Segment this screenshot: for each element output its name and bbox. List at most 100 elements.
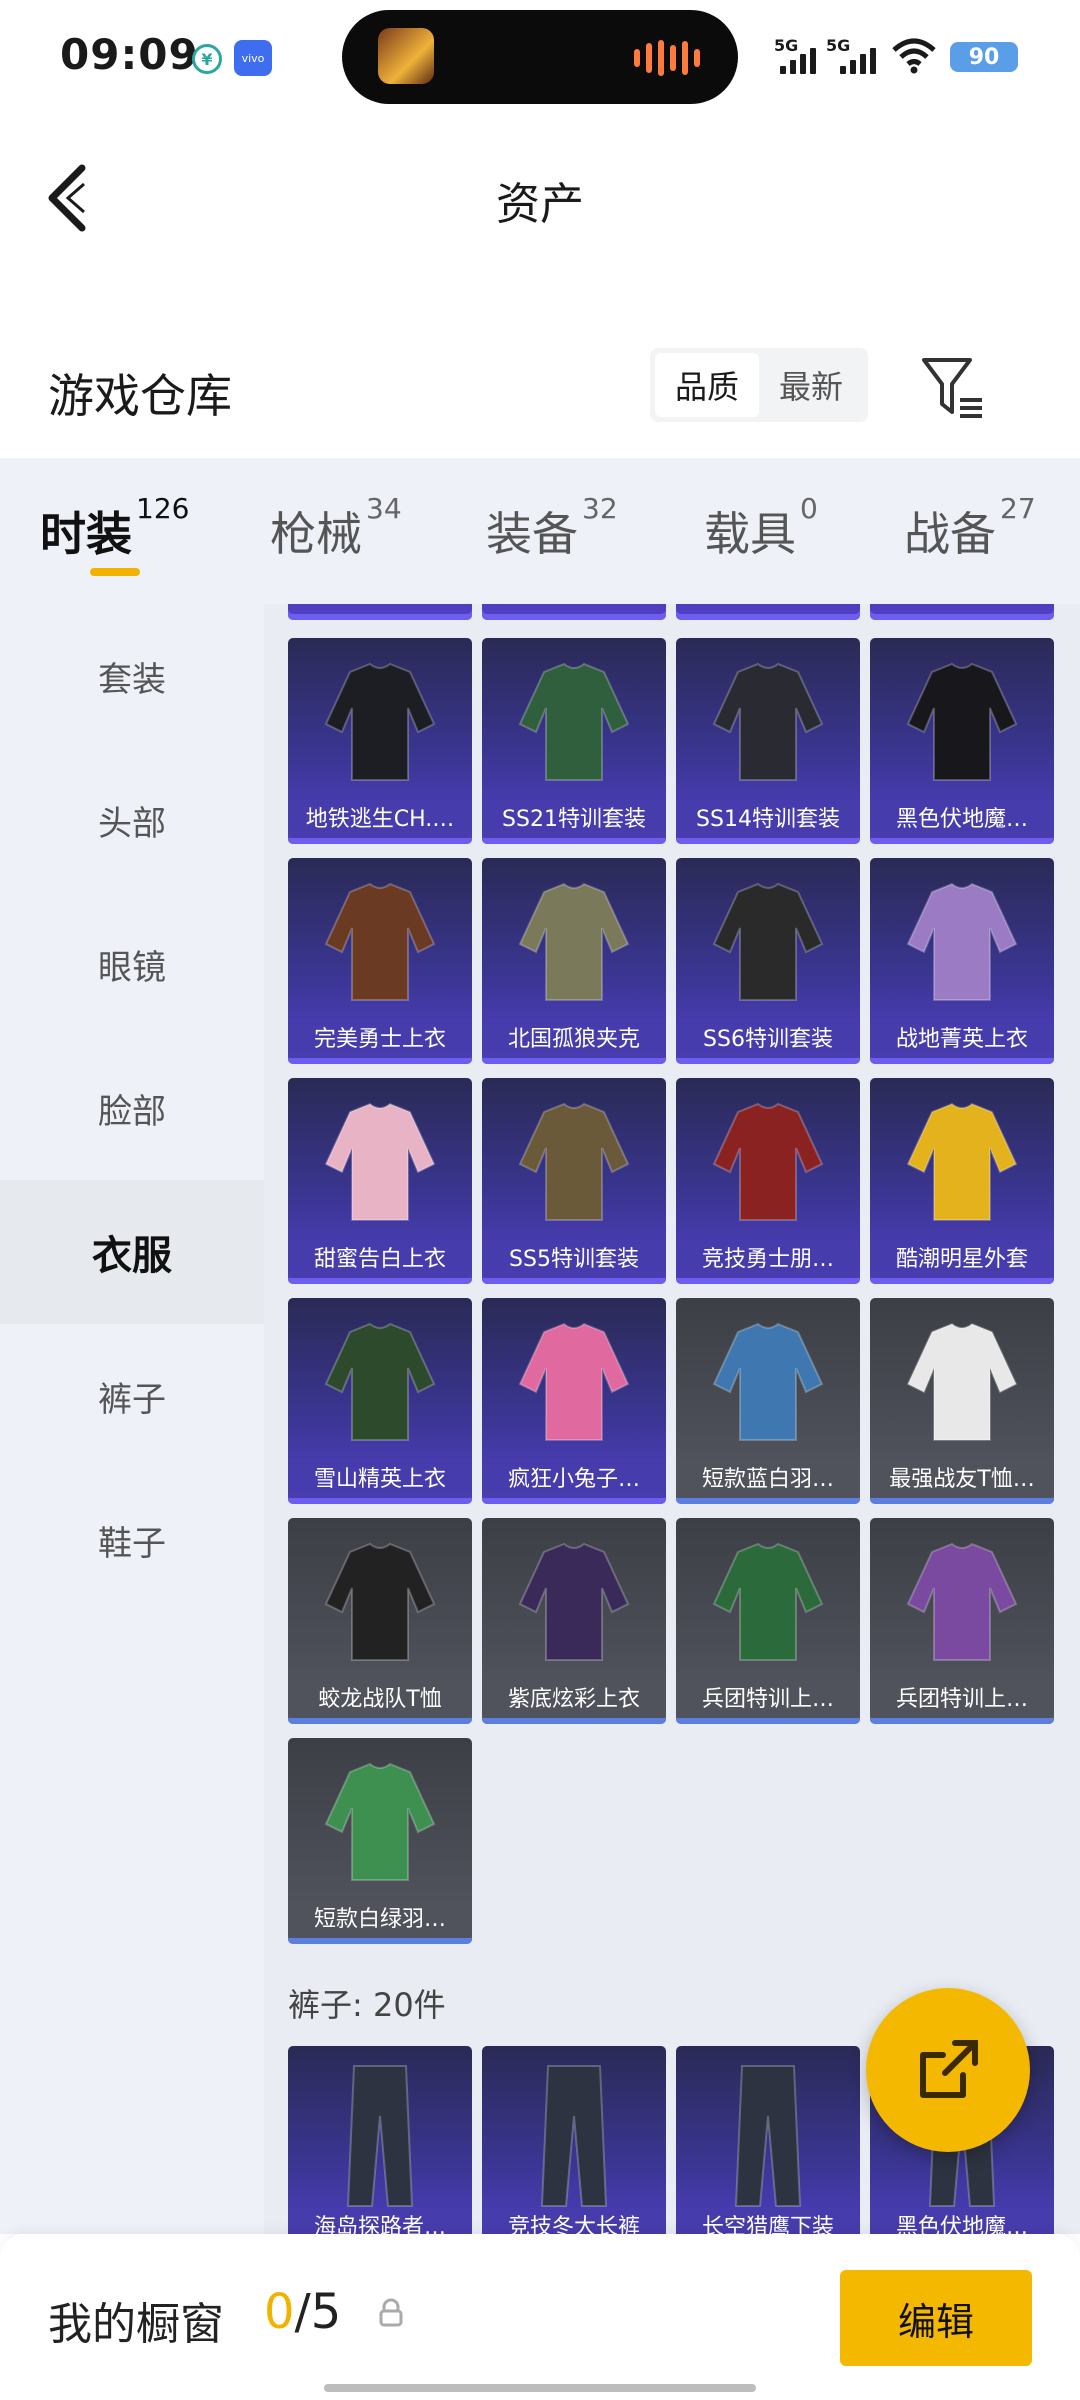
share-icon <box>920 2040 978 2098</box>
item-card[interactable]: SS6特训套装 <box>676 858 860 1064</box>
item-label: 地铁逃生CH.… <box>288 802 472 838</box>
item-card[interactable]: 战地菁英上衣 <box>870 858 1054 1064</box>
item-card[interactable]: 酷潮明星外套 <box>870 1078 1054 1284</box>
sort-latest-button[interactable]: 最新 <box>759 353 863 417</box>
item-label: 长空猎鹰下装 <box>676 2210 860 2234</box>
tab-equipment[interactable]: 装备 32 <box>486 492 618 564</box>
item-card[interactable]: 最强战友T恤… <box>870 1298 1054 1504</box>
sidebar-item-clothes[interactable]: 衣服 <box>0 1180 264 1324</box>
battery-indicator: 90 <box>950 42 1018 72</box>
tab-label: 载具 <box>704 507 796 561</box>
sort-quality-button[interactable]: 品质 <box>655 353 759 417</box>
item-card[interactable]: 疯狂小兔子… <box>482 1298 666 1504</box>
item-label: SS14特训套装 <box>676 802 860 838</box>
item-card[interactable]: 完美勇士上衣 <box>288 858 472 1064</box>
item-label: 甜蜜告白上衣 <box>288 1242 472 1278</box>
showcase-total: /5 <box>294 2284 342 2340</box>
filter-icon[interactable] <box>918 354 988 424</box>
clothing-item-icon <box>712 1102 824 1221</box>
item-label: SS6特训套装 <box>676 1022 860 1058</box>
tab-label: 战备 <box>904 507 996 561</box>
tab-count: 27 <box>1000 492 1036 525</box>
item-card[interactable]: 甜蜜告白上衣 <box>288 1078 472 1284</box>
item-label: 蛟龙战队T恤 <box>288 1682 472 1718</box>
item-label: 兵团特训上… <box>870 1682 1054 1718</box>
clothing-item-icon <box>324 1542 436 1661</box>
clothing-item-icon <box>712 1542 824 1661</box>
lock-icon <box>379 2298 403 2327</box>
edit-button[interactable]: 编辑 <box>840 2270 1032 2366</box>
item-label: 兵团特训上… <box>676 1682 860 1718</box>
pants-item-card[interactable]: 海岛探路者… <box>288 2046 472 2234</box>
item-label: 竞技勇士朋… <box>676 1242 860 1278</box>
tab-supplies[interactable]: 战备 27 <box>904 492 1036 564</box>
sidebar: 套装 头部 眼镜 脸部 衣服 裤子 鞋子 <box>0 604 264 2234</box>
clothing-item-icon <box>324 882 436 1001</box>
game-app-icon <box>378 28 434 84</box>
item-card[interactable]: 兵团特训上… <box>676 1518 860 1724</box>
item-card-partial[interactable] <box>870 604 1054 620</box>
item-card[interactable]: SS5特训套装 <box>482 1078 666 1284</box>
tab-label: 装备 <box>486 507 578 561</box>
tab-guns[interactable]: 枪械 34 <box>270 492 402 564</box>
tab-count: 32 <box>582 492 618 525</box>
sidebar-item-pants[interactable]: 裤子 <box>0 1324 264 1468</box>
showcase-current: 0 <box>264 2284 295 2340</box>
sidebar-item-face[interactable]: 脸部 <box>0 1036 264 1180</box>
sidebar-item-head[interactable]: 头部 <box>0 748 264 892</box>
sidebar-item-shoes[interactable]: 鞋子 <box>0 1468 264 1612</box>
item-label: 最强战友T恤… <box>870 1462 1054 1498</box>
item-card[interactable]: 短款白绿羽… <box>288 1738 472 1944</box>
item-card[interactable]: 蛟龙战队T恤 <box>288 1518 472 1724</box>
clothing-item-icon <box>712 882 824 1001</box>
item-card[interactable]: 地铁逃生CH.… <box>288 638 472 844</box>
clothing-item-icon <box>712 1322 824 1441</box>
pants-item-card[interactable]: 竞技冬大长裤 <box>482 2046 666 2234</box>
tab-fashion[interactable]: 时装 126 <box>40 492 189 564</box>
item-label: 雪山精英上衣 <box>288 1462 472 1498</box>
pants-item-card[interactable]: 长空猎鹰下装 <box>676 2046 860 2234</box>
item-label: 紫底炫彩上衣 <box>482 1682 666 1718</box>
pants-item-icon <box>346 2065 414 2207</box>
item-label: 海岛探路者… <box>288 2210 472 2234</box>
item-card[interactable]: 雪山精英上衣 <box>288 1298 472 1504</box>
item-card[interactable]: SS14特训套装 <box>676 638 860 844</box>
item-label: 完美勇士上衣 <box>288 1022 472 1058</box>
item-card-partial[interactable] <box>288 604 472 620</box>
item-label: SS21特训套装 <box>482 802 666 838</box>
clothing-item-icon <box>712 662 824 781</box>
item-label: 黑色伏地魔… <box>870 802 1054 838</box>
tab-label: 时装 <box>40 507 132 561</box>
signal-bars-1-icon <box>780 48 816 74</box>
item-card-partial[interactable] <box>676 604 860 620</box>
item-card[interactable]: SS21特训套装 <box>482 638 666 844</box>
status-bar: 09:09 ¥ vivo 5G 5G 90 <box>0 0 1080 116</box>
tab-vehicles[interactable]: 载具 0 <box>704 492 818 564</box>
item-card[interactable]: 竞技勇士朋… <box>676 1078 860 1284</box>
item-label: 北国孤狼夹克 <box>482 1022 666 1058</box>
tab-count: 34 <box>366 492 402 525</box>
category-tabs: 时装 126 枪械 34 装备 32 载具 0 战备 27 <box>0 458 1080 604</box>
sidebar-item-glasses[interactable]: 眼镜 <box>0 892 264 1036</box>
page-title: 资产 <box>496 179 584 230</box>
item-label: 短款蓝白羽… <box>676 1462 860 1498</box>
tab-count: 126 <box>136 492 190 525</box>
share-button[interactable] <box>866 1988 1030 2152</box>
clothing-item-icon <box>518 1322 630 1441</box>
clothing-item-icon <box>324 1102 436 1221</box>
home-indicator <box>324 2384 756 2392</box>
item-card[interactable]: 兵团特训上… <box>870 1518 1054 1724</box>
item-card-partial[interactable] <box>482 604 666 620</box>
item-card[interactable]: 短款蓝白羽… <box>676 1298 860 1504</box>
warehouse-header: 游戏仓库 品质 最新 <box>0 340 1080 440</box>
sidebar-item-suits[interactable]: 套装 <box>0 604 264 748</box>
item-card[interactable]: 黑色伏地魔… <box>870 638 1054 844</box>
clothing-item-icon <box>324 1322 436 1441</box>
item-card[interactable]: 紫底炫彩上衣 <box>482 1518 666 1724</box>
pants-item-icon <box>734 2065 802 2207</box>
dynamic-island[interactable] <box>342 10 738 104</box>
showcase-label: 我的橱窗 <box>48 2299 224 2350</box>
item-card[interactable]: 北国孤狼夹克 <box>482 858 666 1064</box>
section-title: 游戏仓库 <box>48 369 232 423</box>
status-time: 09:09 <box>60 30 199 79</box>
